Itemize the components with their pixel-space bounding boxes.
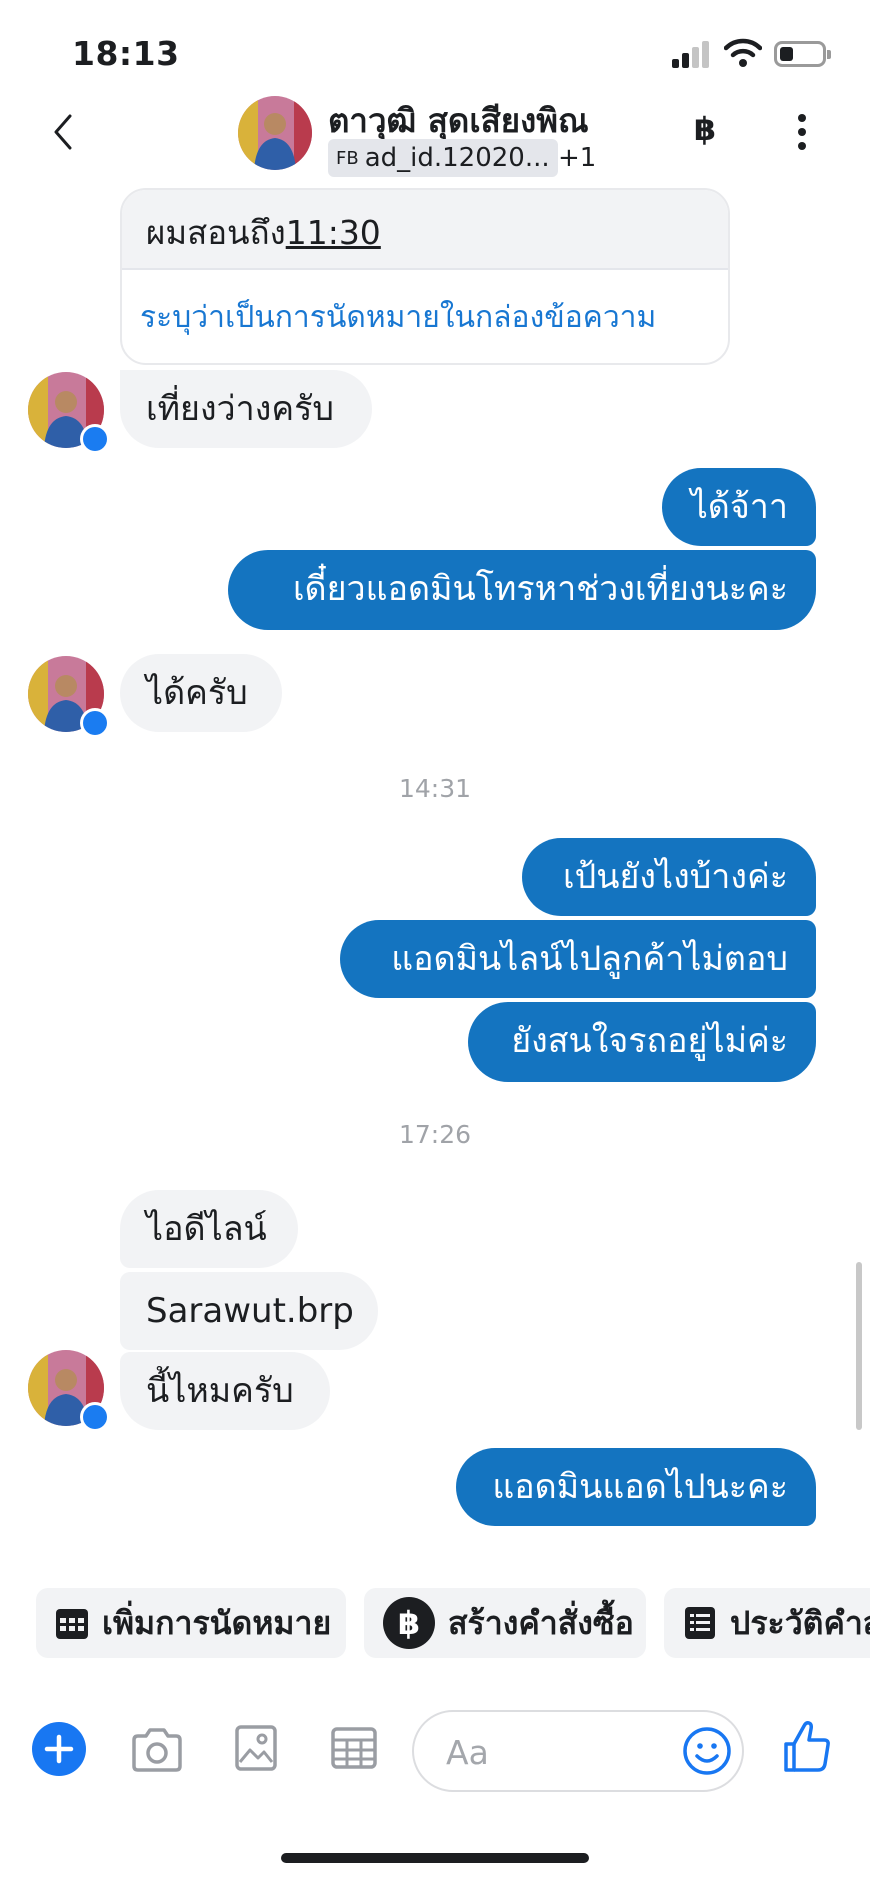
battery-icon (774, 41, 831, 67)
messenger-badge-icon (80, 424, 110, 454)
outgoing-message: แอดมินไลน์ไปลูกค้าไม่ตอบ (340, 920, 816, 998)
incoming-message: ได้ครับ (120, 654, 282, 732)
ad-id-tag[interactable]: FB ad_id.12020... (328, 139, 558, 177)
timestamp: 17:26 (398, 1120, 472, 1149)
outgoing-message: แอดมินแอดไปนะคะ (456, 1448, 816, 1526)
appointment-message: ผมสอนถึง11:30 (122, 190, 728, 270)
incoming-message: เที่ยงว่างครับ (120, 370, 372, 448)
outgoing-message: ได้จ้าา (662, 468, 816, 546)
outgoing-message: เป้นยังไงบ้างค่ะ (522, 838, 816, 916)
calendar-icon (56, 1609, 88, 1639)
create-order-label: สร้างคำสั่งซื้อ (448, 1603, 634, 1642)
emoji-icon[interactable] (682, 1726, 732, 1776)
message-input-container[interactable] (412, 1710, 744, 1792)
more-options-icon[interactable] (795, 114, 809, 154)
messenger-badge-icon (80, 708, 110, 738)
like-icon[interactable] (782, 1718, 832, 1774)
sender-avatar (28, 372, 110, 454)
receipt-icon (685, 1607, 715, 1639)
sender-avatar (28, 656, 110, 738)
appointment-card: ผมสอนถึง11:30 ระบุว่าเป็นการนัดหมายในกล่… (120, 188, 730, 365)
create-order-button[interactable]: ฿ สร้างคำสั่งซื้อ (364, 1588, 646, 1658)
order-history-label: ประวัติคำสั่งซื้อ (730, 1603, 870, 1642)
messenger-badge-icon (80, 1402, 110, 1432)
incoming-message: Sarawut.brp (120, 1272, 378, 1350)
add-appointment-label: เพิ่มการนัดหมาย (102, 1603, 332, 1642)
baht-icon: ฿ (383, 1597, 435, 1649)
contact-avatar[interactable] (238, 96, 312, 170)
table-icon[interactable] (330, 1726, 378, 1770)
timestamp: 14:31 (398, 774, 472, 803)
outgoing-message: ยังสนใจรถอยู่ไม่ค่ะ (468, 1002, 816, 1082)
scrollbar[interactable] (856, 1262, 862, 1430)
status-time: 18:13 (72, 34, 180, 73)
mark-as-appointment-link[interactable]: ระบุว่าเป็นการนัดหมายในกล่องข้อความ (122, 270, 728, 341)
back-arrow-icon[interactable] (48, 112, 78, 152)
add-appointment-button[interactable]: เพิ่มการนัดหมาย (36, 1588, 346, 1658)
ad-id-text: ad_id.12020... (364, 143, 550, 173)
wifi-icon (724, 38, 762, 67)
appointment-text: ผมสอนถึง (146, 213, 286, 252)
signal-icon (672, 40, 712, 68)
image-icon[interactable] (234, 1724, 278, 1772)
fb-tag-prefix: FB (336, 147, 359, 169)
appointment-time[interactable]: 11:30 (286, 213, 381, 252)
camera-icon[interactable] (130, 1726, 184, 1774)
incoming-message: นี้ไหมครับ (120, 1352, 330, 1430)
order-history-button[interactable]: ประวัติคำสั่งซื้อ (664, 1588, 870, 1658)
sender-avatar (28, 1350, 110, 1432)
home-indicator[interactable] (281, 1853, 589, 1863)
currency-button[interactable]: ฿ (690, 110, 720, 150)
incoming-message: ไอดีไลน์ (120, 1190, 298, 1268)
plus-icon[interactable] (32, 1722, 86, 1776)
message-input[interactable] (446, 1730, 656, 1774)
outgoing-message: เดี๋ยวแอดมินโทรหาช่วงเที่ยงนะคะ (228, 550, 816, 630)
svg-text:฿: ฿ (398, 1604, 420, 1642)
extra-tags-count[interactable]: +1 (558, 143, 596, 173)
